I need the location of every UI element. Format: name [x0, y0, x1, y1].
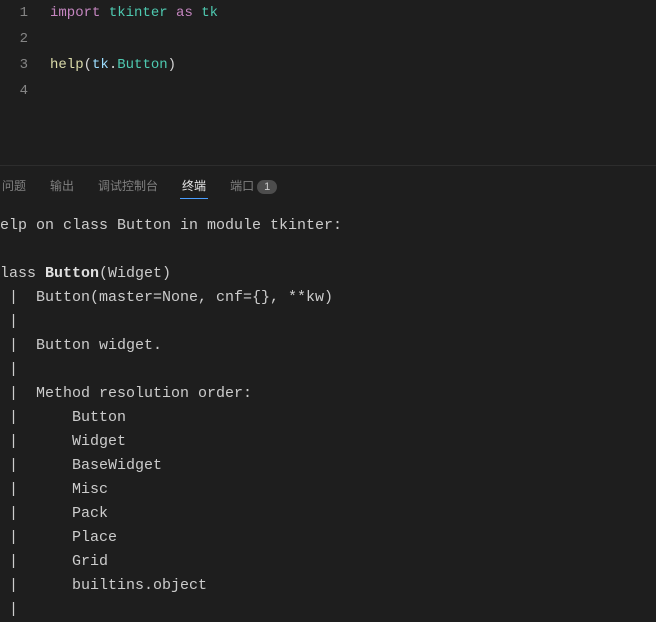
terminal-line: elp on class Button in module tkinter: — [0, 214, 656, 238]
terminal-line: | BaseWidget — [0, 454, 656, 478]
code-line[interactable] — [50, 78, 656, 104]
line-number: 4 — [0, 78, 28, 104]
terminal-line: | Place — [0, 526, 656, 550]
line-gutter: 1234 — [0, 0, 40, 165]
terminal-line: | — [0, 358, 656, 382]
code-line[interactable]: import tkinter as tk — [50, 0, 656, 26]
tab-badge: 1 — [257, 180, 277, 194]
terminal-output[interactable]: elp on class Button in module tkinter: l… — [0, 200, 656, 622]
terminal-line: | — [0, 598, 656, 622]
terminal-line: | — [0, 310, 656, 334]
line-number: 1 — [0, 0, 28, 26]
terminal-line — [0, 238, 656, 262]
panel-tab-bar: 问题输出调试控制台终端端口1 — [0, 165, 656, 200]
line-number: 3 — [0, 52, 28, 78]
code-editor[interactable]: 1234 import tkinter as tk help(tk.Button… — [0, 0, 656, 165]
terminal-line: | builtins.object — [0, 574, 656, 598]
panel-tab[interactable]: 输出 — [48, 173, 76, 198]
panel-tab[interactable]: 终端 — [180, 173, 208, 199]
panel-tab[interactable]: 调试控制台 — [96, 173, 160, 198]
terminal-line: | Misc — [0, 478, 656, 502]
panel-tab[interactable]: 端口1 — [228, 173, 279, 198]
terminal-line: lass Button(Widget) — [0, 262, 656, 286]
terminal-line: | Button(master=None, cnf={}, **kw) — [0, 286, 656, 310]
terminal-line: | Button — [0, 406, 656, 430]
code-line[interactable] — [50, 26, 656, 52]
code-content[interactable]: import tkinter as tk help(tk.Button) — [40, 0, 656, 165]
line-number: 2 — [0, 26, 28, 52]
panel-tab[interactable]: 问题 — [0, 173, 28, 198]
terminal-line: | Widget — [0, 430, 656, 454]
terminal-line: | Method resolution order: — [0, 382, 656, 406]
code-line[interactable]: help(tk.Button) — [50, 52, 656, 78]
terminal-line: | Button widget. — [0, 334, 656, 358]
terminal-line: | Pack — [0, 502, 656, 526]
terminal-line: | Grid — [0, 550, 656, 574]
